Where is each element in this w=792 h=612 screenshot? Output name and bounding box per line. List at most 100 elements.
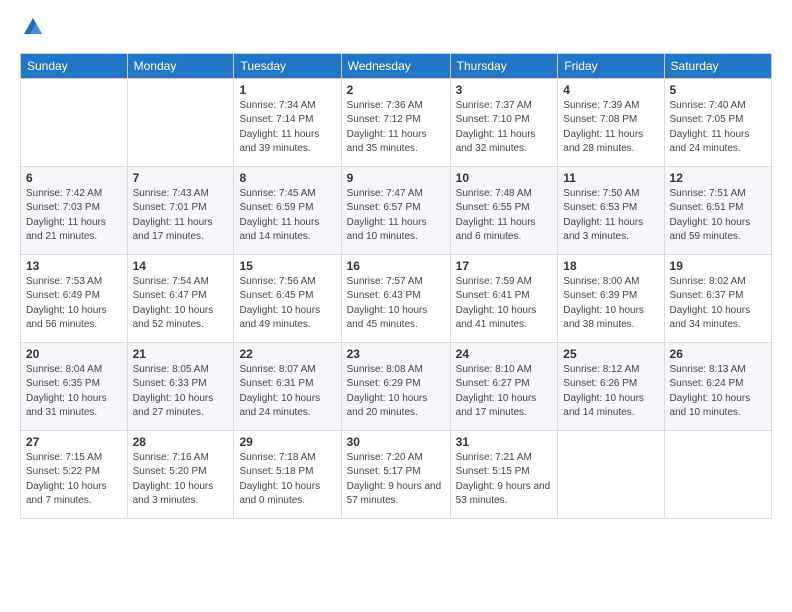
day-number: 30	[347, 435, 445, 449]
calendar-cell	[21, 78, 128, 166]
day-number: 8	[239, 171, 335, 185]
day-info: Sunrise: 7:20 AM Sunset: 5:17 PM Dayligh…	[347, 451, 445, 509]
calendar-cell: 26Sunrise: 8:13 AM Sunset: 6:24 PM Dayli…	[664, 342, 771, 430]
calendar-cell: 29Sunrise: 7:18 AM Sunset: 5:18 PM Dayli…	[234, 430, 341, 518]
day-info: Sunrise: 7:37 AM Sunset: 7:10 PM Dayligh…	[456, 99, 553, 157]
day-info: Sunrise: 7:36 AM Sunset: 7:12 PM Dayligh…	[347, 99, 445, 157]
day-number: 29	[239, 435, 335, 449]
calendar-cell	[558, 430, 664, 518]
calendar-cell: 15 Sunrise: 7:56 AM Sunset: 6:45 PM Dayli…	[234, 254, 341, 342]
calendar-cell: 21Sunrise: 8:05 AM Sunset: 6:33 PM Dayli…	[127, 342, 234, 430]
day-info: Sunrise: 8:05 AM Sunset: 6:33 PM Dayligh…	[133, 363, 229, 421]
page: SundayMondayTuesdayWednesdayThursdayFrid…	[0, 0, 792, 612]
calendar-cell: 23 Sunrise: 8:08 AM Sunset: 6:29 PM Dayli…	[341, 342, 450, 430]
weekday-header-cell: Friday	[558, 53, 664, 78]
day-number: 1	[239, 83, 335, 97]
calendar-cell: 11 Sunrise: 7:50 AM Sunset: 6:53 PM Dayli…	[558, 166, 664, 254]
calendar-cell: 1 Sunrise: 7:34 AM Sunset: 7:14 PM Daylig…	[234, 78, 341, 166]
day-number: 18	[563, 259, 658, 273]
day-info: Sunrise: 7:39 AM Sunset: 7:08 PM Dayligh…	[563, 99, 658, 157]
weekday-header-cell: Saturday	[664, 53, 771, 78]
calendar-cell: 3 Sunrise: 7:37 AM Sunset: 7:10 PM Daylig…	[450, 78, 558, 166]
calendar-cell: 5 Sunrise: 7:40 AM Sunset: 7:05 PM Daylig…	[664, 78, 771, 166]
day-info: Sunrise: 8:07 AM Sunset: 6:31 PM Dayligh…	[239, 363, 335, 421]
calendar-cell: 24 Sunrise: 8:10 AM Sunset: 6:27 PM Dayli…	[450, 342, 558, 430]
calendar-table: SundayMondayTuesdayWednesdayThursdayFrid…	[20, 53, 772, 519]
day-number: 16	[347, 259, 445, 273]
day-info: Sunrise: 7:54 AM Sunset: 6:47 PM Dayligh…	[133, 275, 229, 333]
calendar-cell: 6 Sunrise: 7:42 AM Sunset: 7:03 PM Daylig…	[21, 166, 128, 254]
day-info: Sunrise: 7:16 AM Sunset: 5:20 PM Dayligh…	[133, 451, 229, 509]
day-number: 15	[239, 259, 335, 273]
day-info: Sunrise: 7:56 AM Sunset: 6:45 PM Dayligh…	[239, 275, 335, 333]
calendar-body: 1 Sunrise: 7:34 AM Sunset: 7:14 PM Daylig…	[21, 78, 772, 518]
day-info: Sunrise: 8:10 AM Sunset: 6:27 PM Dayligh…	[456, 363, 553, 421]
day-info: Sunrise: 7:15 AM Sunset: 5:22 PM Dayligh…	[26, 451, 122, 509]
weekday-header-cell: Thursday	[450, 53, 558, 78]
day-info: Sunrise: 7:45 AM Sunset: 6:59 PM Dayligh…	[239, 187, 335, 245]
day-info: Sunrise: 7:48 AM Sunset: 6:55 PM Dayligh…	[456, 187, 553, 245]
calendar-week-row: 27 Sunrise: 7:15 AM Sunset: 5:22 PM Dayli…	[21, 430, 772, 518]
day-number: 25	[563, 347, 658, 361]
day-number: 24	[456, 347, 553, 361]
calendar-cell: 4Sunrise: 7:39 AM Sunset: 7:08 PM Daylig…	[558, 78, 664, 166]
day-info: Sunrise: 7:21 AM Sunset: 5:15 PM Dayligh…	[456, 451, 553, 509]
calendar-week-row: 20 Sunrise: 8:04 AM Sunset: 6:35 PM Dayli…	[21, 342, 772, 430]
day-number: 9	[347, 171, 445, 185]
day-info: Sunrise: 7:42 AM Sunset: 7:03 PM Dayligh…	[26, 187, 122, 245]
calendar-cell: 16 Sunrise: 7:57 AM Sunset: 6:43 PM Dayli…	[341, 254, 450, 342]
header	[20, 16, 772, 43]
calendar-cell: 20 Sunrise: 8:04 AM Sunset: 6:35 PM Dayli…	[21, 342, 128, 430]
calendar-cell: 7 Sunrise: 7:43 AM Sunset: 7:01 PM Daylig…	[127, 166, 234, 254]
day-number: 5	[670, 83, 766, 97]
day-info: Sunrise: 7:59 AM Sunset: 6:41 PM Dayligh…	[456, 275, 553, 333]
calendar-cell: 12Sunrise: 7:51 AM Sunset: 6:51 PM Dayli…	[664, 166, 771, 254]
calendar-cell: 22 Sunrise: 8:07 AM Sunset: 6:31 PM Dayli…	[234, 342, 341, 430]
day-number: 20	[26, 347, 122, 361]
day-number: 12	[670, 171, 766, 185]
day-number: 19	[670, 259, 766, 273]
calendar-cell: 18 Sunrise: 8:00 AM Sunset: 6:39 PM Dayli…	[558, 254, 664, 342]
day-info: Sunrise: 8:04 AM Sunset: 6:35 PM Dayligh…	[26, 363, 122, 421]
calendar-cell: 31 Sunrise: 7:21 AM Sunset: 5:15 PM Dayli…	[450, 430, 558, 518]
calendar-week-row: 13 Sunrise: 7:53 AM Sunset: 6:49 PM Dayli…	[21, 254, 772, 342]
calendar-cell: 2Sunrise: 7:36 AM Sunset: 7:12 PM Daylig…	[341, 78, 450, 166]
day-number: 17	[456, 259, 553, 273]
weekday-header-cell: Wednesday	[341, 53, 450, 78]
day-info: Sunrise: 8:08 AM Sunset: 6:29 PM Dayligh…	[347, 363, 445, 421]
day-number: 13	[26, 259, 122, 273]
day-info: Sunrise: 7:43 AM Sunset: 7:01 PM Dayligh…	[133, 187, 229, 245]
day-number: 14	[133, 259, 229, 273]
calendar-cell: 28Sunrise: 7:16 AM Sunset: 5:20 PM Dayli…	[127, 430, 234, 518]
day-info: Sunrise: 7:53 AM Sunset: 6:49 PM Dayligh…	[26, 275, 122, 333]
day-number: 6	[26, 171, 122, 185]
day-number: 27	[26, 435, 122, 449]
day-info: Sunrise: 8:02 AM Sunset: 6:37 PM Dayligh…	[670, 275, 766, 333]
day-number: 23	[347, 347, 445, 361]
day-info: Sunrise: 7:40 AM Sunset: 7:05 PM Dayligh…	[670, 99, 766, 157]
day-info: Sunrise: 7:50 AM Sunset: 6:53 PM Dayligh…	[563, 187, 658, 245]
day-info: Sunrise: 8:12 AM Sunset: 6:26 PM Dayligh…	[563, 363, 658, 421]
day-info: Sunrise: 7:34 AM Sunset: 7:14 PM Dayligh…	[239, 99, 335, 157]
day-number: 11	[563, 171, 658, 185]
day-number: 31	[456, 435, 553, 449]
calendar-cell: 13 Sunrise: 7:53 AM Sunset: 6:49 PM Dayli…	[21, 254, 128, 342]
calendar-cell: 27 Sunrise: 7:15 AM Sunset: 5:22 PM Dayli…	[21, 430, 128, 518]
calendar-cell: 19 Sunrise: 8:02 AM Sunset: 6:37 PM Dayli…	[664, 254, 771, 342]
calendar-cell: 10 Sunrise: 7:48 AM Sunset: 6:55 PM Dayli…	[450, 166, 558, 254]
day-number: 10	[456, 171, 553, 185]
calendar-cell: 8 Sunrise: 7:45 AM Sunset: 6:59 PM Daylig…	[234, 166, 341, 254]
day-number: 3	[456, 83, 553, 97]
calendar-cell	[664, 430, 771, 518]
day-number: 7	[133, 171, 229, 185]
weekday-header-cell: Monday	[127, 53, 234, 78]
day-info: Sunrise: 7:57 AM Sunset: 6:43 PM Dayligh…	[347, 275, 445, 333]
day-info: Sunrise: 7:47 AM Sunset: 6:57 PM Dayligh…	[347, 187, 445, 245]
day-info: Sunrise: 8:00 AM Sunset: 6:39 PM Dayligh…	[563, 275, 658, 333]
calendar-cell: 25 Sunrise: 8:12 AM Sunset: 6:26 PM Dayli…	[558, 342, 664, 430]
calendar-week-row: 1 Sunrise: 7:34 AM Sunset: 7:14 PM Daylig…	[21, 78, 772, 166]
logo	[20, 16, 44, 43]
calendar-cell: 14 Sunrise: 7:54 AM Sunset: 6:47 PM Dayli…	[127, 254, 234, 342]
weekday-header-row: SundayMondayTuesdayWednesdayThursdayFrid…	[21, 53, 772, 78]
day-number: 22	[239, 347, 335, 361]
